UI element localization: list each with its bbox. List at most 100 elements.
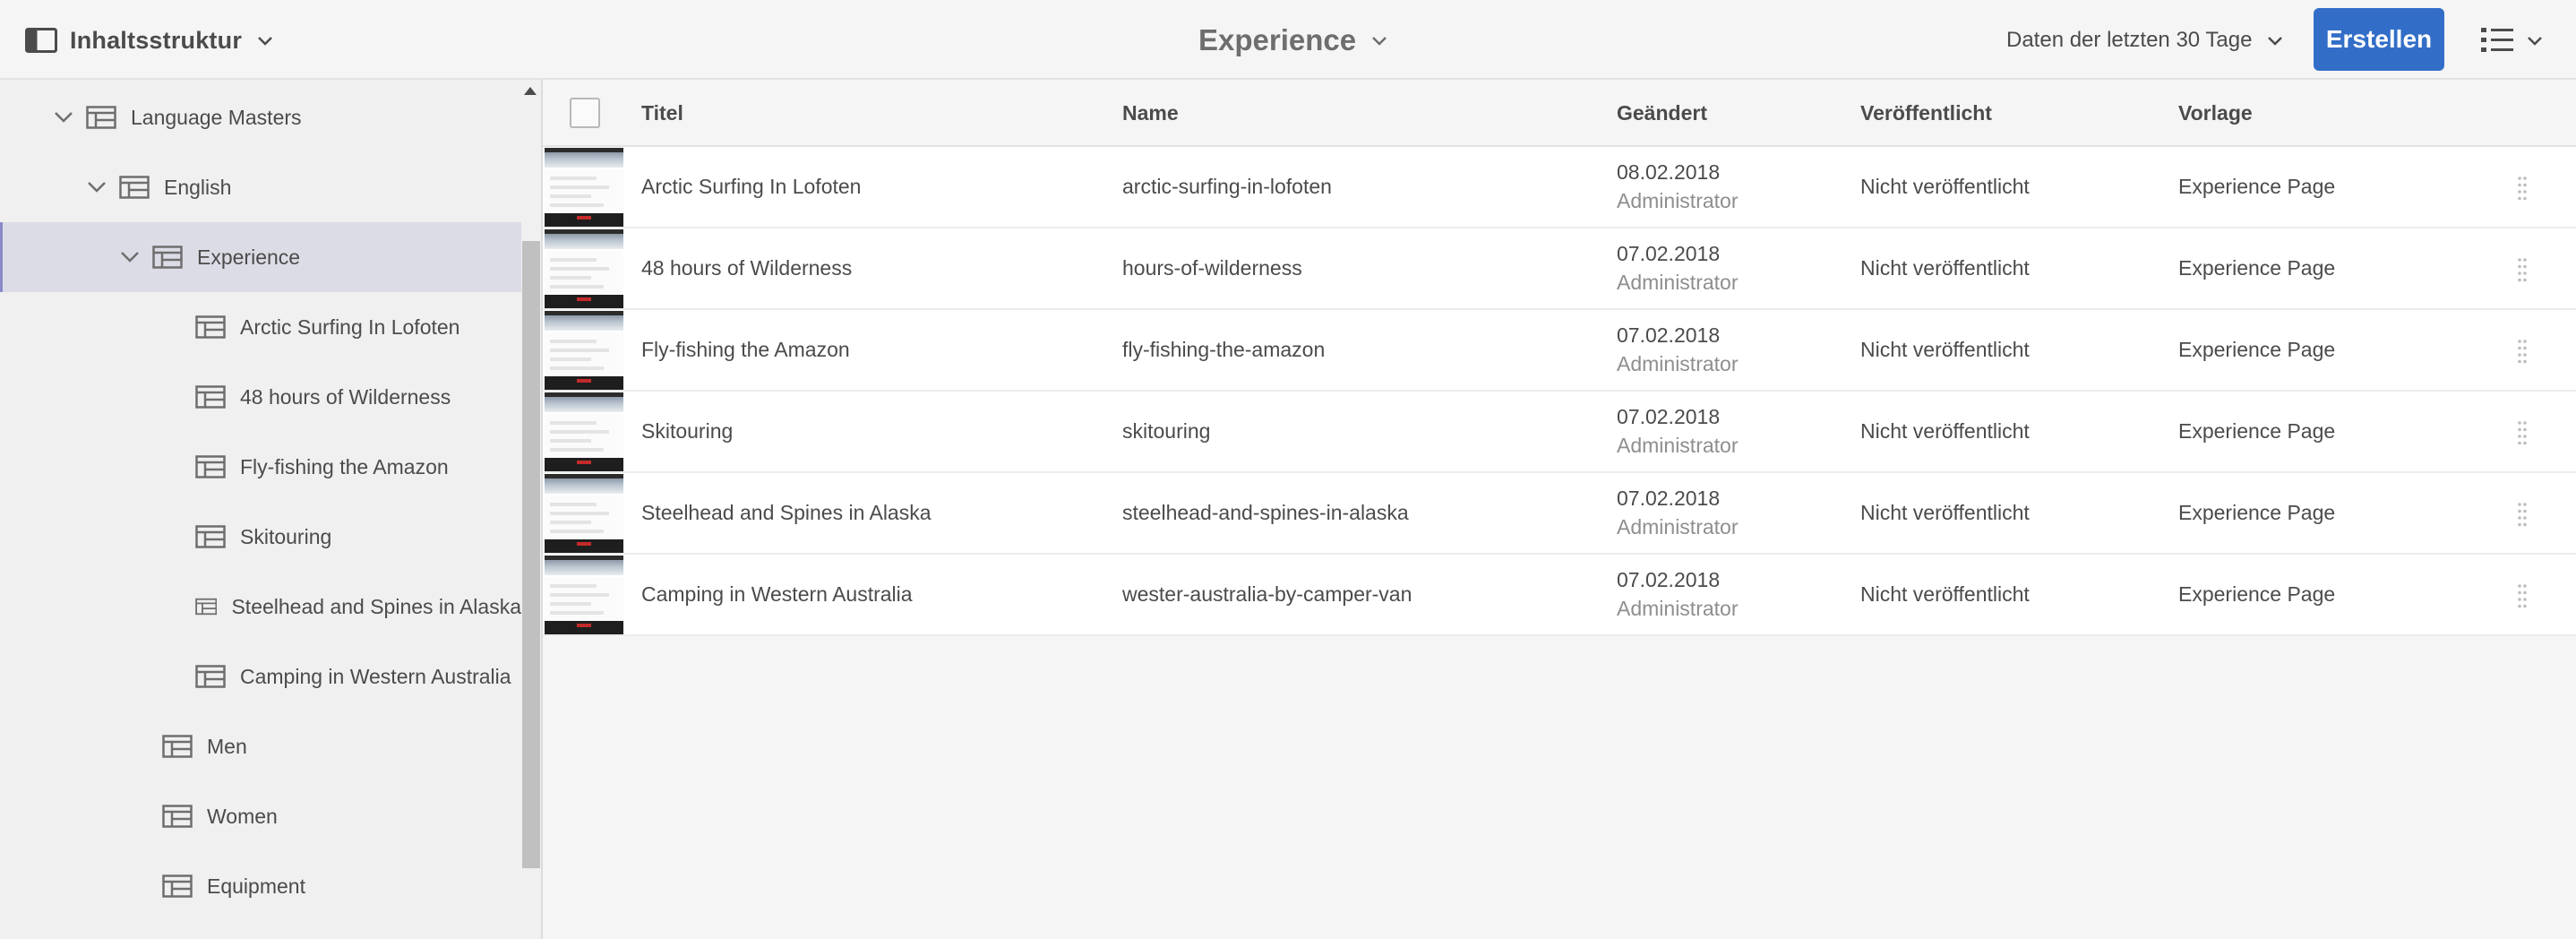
column-header-template[interactable]: Vorlage <box>2178 101 2253 125</box>
rail-scrollbar-thumb[interactable] <box>522 241 540 868</box>
tree-item-steelhead[interactable]: Steelhead and Spines in Alaska <box>0 572 521 642</box>
row-title[interactable]: Arctic Surfing In Lofoten <box>641 175 861 199</box>
tree-item-women[interactable]: Women <box>0 781 521 851</box>
row-published: Nicht veröffentlicht <box>1860 338 2030 361</box>
table-row[interactable]: Steelhead and Spines in Alaska steelhead… <box>543 473 2576 555</box>
row-modified-date: 07.02.2018 <box>1617 568 1721 591</box>
tree-item-camping[interactable]: Camping in Western Australia <box>0 642 521 711</box>
row-title[interactable]: Skitouring <box>641 419 733 444</box>
table-row[interactable]: Fly-fishing the Amazon fly-fishing-the-a… <box>543 310 2576 392</box>
table-row[interactable]: Skitouring skitouring 07.02.2018 Adminis… <box>543 392 2576 473</box>
page-icon <box>119 176 150 199</box>
column-header-name[interactable]: Name <box>1122 101 1179 125</box>
tree-item-label: Men <box>207 734 247 758</box>
page-icon <box>152 246 183 269</box>
table-row[interactable]: Camping in Western Australia wester-aust… <box>543 555 2576 636</box>
row-name: steelhead-and-spines-in-alaska <box>1122 501 1409 524</box>
content-list: Titel Name Geändert Veröffentlicht Vorla… <box>543 80 2576 939</box>
row-template: Experience Page <box>2178 338 2336 361</box>
column-header-modified[interactable]: Geändert <box>1617 101 1707 125</box>
page-thumbnail <box>545 311 623 390</box>
tree-item-label: Camping in Western Australia <box>240 664 511 688</box>
page-title: Experience <box>1198 23 1357 56</box>
row-published: Nicht veröffentlicht <box>1860 175 2030 198</box>
tree-item-fly-fishing[interactable]: Fly-fishing the Amazon <box>0 432 521 502</box>
chevron-down-icon <box>2268 37 2283 46</box>
row-modified-date: 07.02.2018 <box>1617 487 1721 510</box>
row-modified-by: Administrator <box>1617 597 1739 620</box>
tree-item-label: Skitouring <box>240 524 332 548</box>
list-view-icon <box>2481 28 2513 52</box>
row-name: fly-fishing-the-amazon <box>1122 338 1326 361</box>
row-template: Experience Page <box>2178 256 2336 280</box>
page-icon <box>162 735 193 758</box>
chevron-down-icon[interactable] <box>50 104 77 131</box>
row-modified-by: Administrator <box>1617 434 1739 457</box>
page-thumbnail <box>545 556 623 634</box>
tree-item-label: Women <box>207 804 278 828</box>
rail-toggle[interactable]: Inhaltsstruktur <box>25 20 276 61</box>
row-modified-date: 08.02.2018 <box>1617 160 1721 184</box>
tree-item-skitouring[interactable]: Skitouring <box>0 502 521 572</box>
drag-handle-icon[interactable] <box>2517 176 2528 201</box>
view-switcher[interactable] <box>2479 20 2560 61</box>
row-template: Experience Page <box>2178 501 2336 524</box>
date-filter-dropdown[interactable]: Daten der letzten 30 Tage <box>2006 22 2286 59</box>
row-name: arctic-surfing-in-lofoten <box>1122 175 1332 198</box>
row-modified-date: 07.02.2018 <box>1617 323 1721 347</box>
tree-item-english[interactable]: English <box>0 152 521 222</box>
tree-item-label: Steelhead and Spines in Alaska <box>231 594 521 618</box>
drag-handle-icon[interactable] <box>2517 420 2528 445</box>
page-icon <box>195 525 226 548</box>
column-header-published[interactable]: Veröffentlicht <box>1860 101 1992 125</box>
row-template: Experience Page <box>2178 419 2336 443</box>
tree-item-experience[interactable]: Experience <box>0 222 521 292</box>
drag-handle-icon[interactable] <box>2517 583 2528 608</box>
row-title[interactable]: Camping in Western Australia <box>641 582 913 607</box>
page-title-dropdown[interactable]: Experience <box>1198 18 1390 63</box>
row-template: Experience Page <box>2178 175 2336 198</box>
page-icon <box>195 598 218 616</box>
page-icon <box>195 455 226 478</box>
drag-handle-icon[interactable] <box>2517 339 2528 364</box>
top-bar: Inhaltsstruktur Experience Daten der let… <box>0 0 2576 80</box>
page-icon <box>162 805 193 828</box>
row-name: hours-of-wilderness <box>1122 256 1302 280</box>
chevron-down-icon <box>1372 37 1387 46</box>
drag-handle-icon[interactable] <box>2517 502 2528 527</box>
tree-item-equipment[interactable]: Equipment <box>0 851 521 921</box>
chevron-down-icon <box>258 37 272 46</box>
page-thumbnail <box>545 474 623 553</box>
row-name: skitouring <box>1122 419 1211 443</box>
drag-handle-icon[interactable] <box>2517 257 2528 282</box>
row-modified-date: 07.02.2018 <box>1617 242 1721 265</box>
tree-item-48-hours[interactable]: 48 hours of Wilderness <box>0 362 521 432</box>
date-filter-label: Daten der letzten 30 Tage <box>2006 28 2253 52</box>
row-title[interactable]: Steelhead and Spines in Alaska <box>641 501 932 525</box>
chevron-down-icon[interactable] <box>116 244 143 271</box>
tree-item-label: Experience <box>197 245 301 269</box>
table-row[interactable]: 48 hours of Wilderness hours-of-wilderne… <box>543 228 2576 310</box>
tree-item-label: Arctic Surfing In Lofoten <box>240 314 460 339</box>
scroll-up-arrow-icon[interactable] <box>524 87 537 95</box>
tree-item-men[interactable]: Men <box>0 711 521 781</box>
row-template: Experience Page <box>2178 582 2336 606</box>
select-all-checkbox[interactable] <box>570 98 600 128</box>
tree-item-label: Fly-fishing the Amazon <box>240 454 449 478</box>
row-modified-date: 07.02.2018 <box>1617 405 1721 428</box>
row-title[interactable]: 48 hours of Wilderness <box>641 256 852 280</box>
create-button[interactable]: Erstellen <box>2314 8 2444 71</box>
row-name: wester-australia-by-camper-van <box>1122 582 1413 606</box>
page-icon <box>162 874 193 898</box>
tree-item-arctic-surfing[interactable]: Arctic Surfing In Lofoten <box>0 292 521 362</box>
chevron-down-icon[interactable] <box>83 174 110 201</box>
row-published: Nicht veröffentlicht <box>1860 582 2030 606</box>
row-title[interactable]: Fly-fishing the Amazon <box>641 338 850 362</box>
tree-item-language-masters[interactable]: Language Masters <box>0 82 521 152</box>
chevron-down-icon <box>2528 37 2542 46</box>
tree-item-label: Language Masters <box>131 105 302 129</box>
table-row[interactable]: Arctic Surfing In Lofoten arctic-surfing… <box>543 147 2576 228</box>
tree-item-label: Equipment <box>207 874 305 898</box>
column-header-title[interactable]: Titel <box>641 101 683 125</box>
row-published: Nicht veröffentlicht <box>1860 256 2030 280</box>
